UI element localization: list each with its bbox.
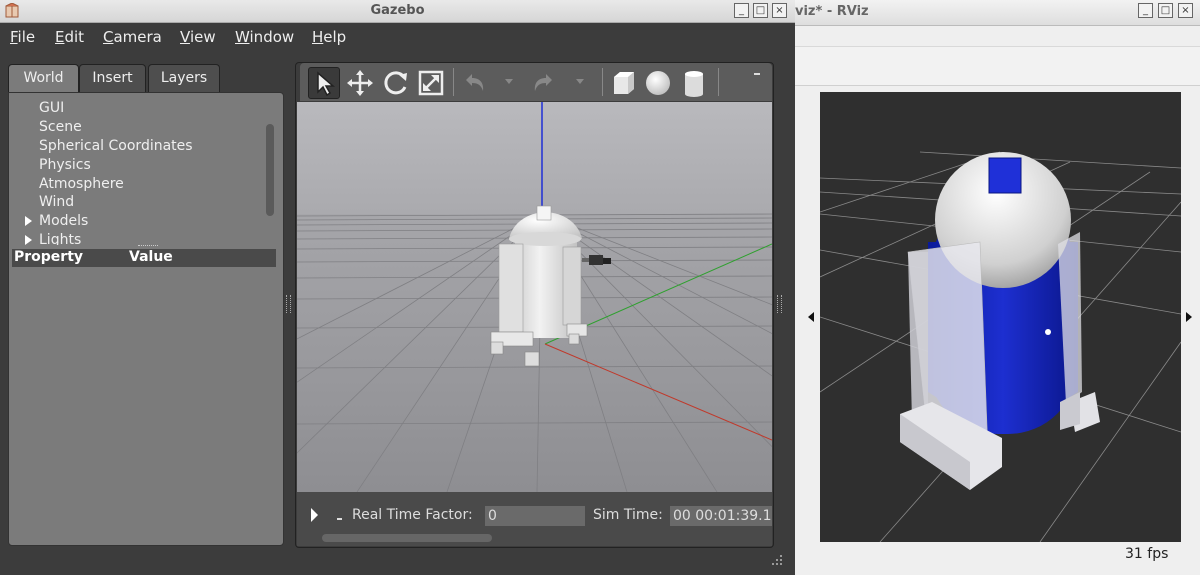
sim-time-label: Sim Time: [593,507,663,523]
tree-item-scene[interactable]: Scene [39,119,82,135]
menu-view[interactable]: View [180,28,216,46]
toolbar-separator [453,68,454,96]
right-splitter-handle[interactable] [777,295,782,313]
collapse-left-icon[interactable] [808,312,814,322]
property-table-header: Property Value [12,249,276,267]
collapse-right-icon[interactable] [1186,312,1192,322]
menu-window[interactable]: Window [235,28,294,46]
toolbar-overflow-icon[interactable] [754,73,760,75]
tree-item-models[interactable]: Models [39,213,88,229]
rviz-toolbar [795,47,1200,86]
gazebo-title-bar[interactable]: Gazebo _ □ × [0,0,795,23]
tree-item-wind[interactable]: Wind [39,194,74,210]
rviz-title-bar[interactable]: viz* - RViz _ □ × [795,0,1200,26]
menu-help[interactable]: Help [312,28,346,46]
horizontal-scrollbar[interactable] [322,534,492,542]
menu-camera[interactable]: Camera [103,28,162,46]
expand-models-icon[interactable] [25,216,32,226]
rviz-minimize-button[interactable]: _ [1138,3,1153,18]
scale-icon[interactable] [415,67,447,99]
maximize-button[interactable]: □ [753,3,768,18]
tree-item-atmosphere[interactable]: Atmosphere [39,176,124,192]
tree-scrollbar[interactable] [266,124,274,216]
minimize-button[interactable]: _ [734,3,749,18]
undo-icon[interactable] [458,67,490,99]
tree-item-spherical-coordinates[interactable]: Spherical Coordinates [39,138,193,154]
tree-item-physics[interactable]: Physics [39,157,91,173]
cylinder-icon[interactable] [678,67,710,99]
tab-layers[interactable]: Layers [148,64,220,92]
real-time-factor-label: Real Time Factor: [352,507,473,523]
tab-world[interactable]: World [8,64,79,92]
rviz-close-button[interactable]: × [1178,3,1193,18]
play-icon[interactable] [311,508,318,522]
menu-file[interactable]: File [10,28,35,46]
resize-grip-icon[interactable] [770,552,784,566]
menu-bar: File Edit Camera View Window Help [0,23,795,51]
value-column-header: Value [129,249,173,265]
redo-dropdown-icon[interactable] [576,79,584,84]
select-arrow-icon[interactable] [308,67,340,99]
toolbar-separator-3 [718,68,719,96]
time-panel: Real Time Factor: 0 Sim Time: 00 00:01:3… [297,492,772,546]
real-time-factor-field: 0 [485,506,585,526]
rviz-maximize-button[interactable]: □ [1158,3,1173,18]
tree-item-lights-clip: Lights [20,232,250,245]
rotate-icon[interactable] [380,67,412,99]
sim-time-field: 00 00:01:39.1 [670,506,772,526]
gazebo-window: Gazebo _ □ × File Edit Camera View Windo… [0,0,795,575]
gazebo-3d-scene[interactable] [297,102,772,492]
rviz-window-title: viz* - RViz [795,4,869,19]
rviz-menu-bar [795,26,1200,47]
toolbar-separator-2 [602,68,603,96]
tree-item-lights[interactable]: Lights [39,232,81,245]
rviz-3d-view[interactable] [820,92,1181,542]
close-button[interactable]: × [772,3,787,18]
property-column-header: Property [14,249,84,265]
tree-item-gui[interactable]: GUI [39,100,64,116]
undo-dropdown-icon[interactable] [505,79,513,84]
translate-icon[interactable] [344,67,376,99]
fps-counter: 31 fps [1125,546,1169,562]
rviz-window: viz* - RViz _ □ × 31 fps [795,0,1200,575]
step-icon[interactable] [337,518,342,520]
view-toolbar [300,63,772,101]
left-splitter-handle[interactable] [286,295,291,313]
box-icon[interactable] [607,67,639,99]
redo-icon[interactable] [528,67,560,99]
gazebo-window-title: Gazebo [370,3,425,18]
tab-insert[interactable]: Insert [79,64,146,92]
menu-edit[interactable]: Edit [55,28,84,46]
sphere-icon[interactable] [642,67,674,99]
